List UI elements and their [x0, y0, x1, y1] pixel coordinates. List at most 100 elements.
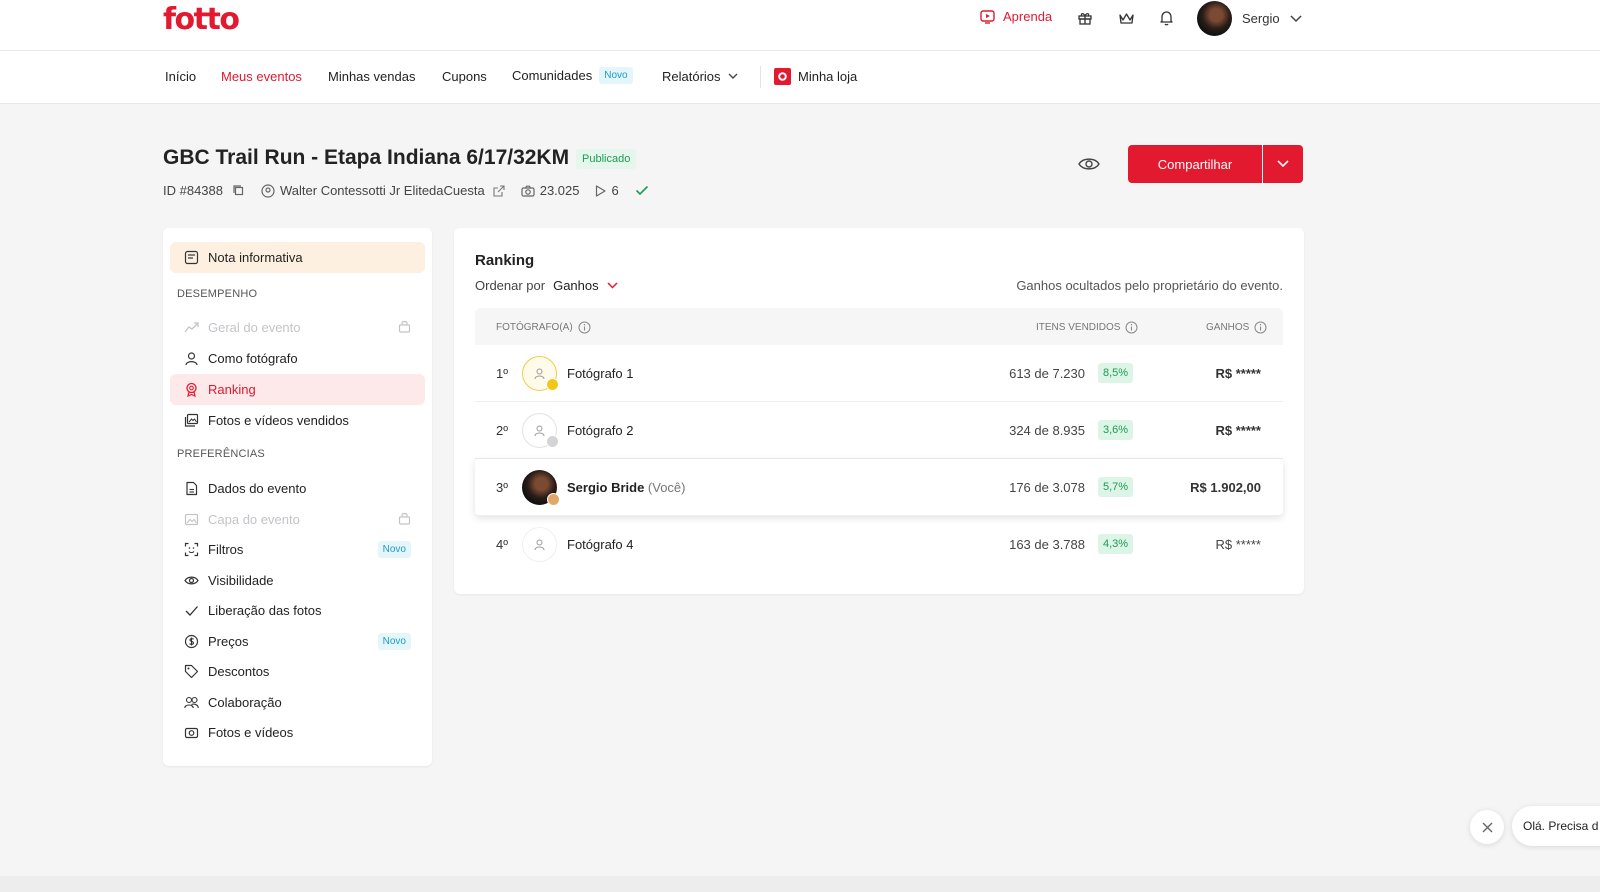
new-badge: Novo	[377, 541, 411, 558]
user-circle-icon	[261, 183, 275, 198]
nav-comunidades[interactable]: Comunidades Novo	[512, 67, 633, 84]
dollar-circle-icon	[184, 634, 199, 649]
user-menu[interactable]: Sergio	[1197, 1, 1302, 36]
users-icon	[184, 696, 199, 709]
rank-number: 2º	[496, 423, 508, 438]
nav-inicio[interactable]: Início	[165, 69, 196, 84]
share-button[interactable]: Compartilhar	[1128, 145, 1262, 183]
sidebar-item-precos[interactable]: Preços Novo	[170, 626, 425, 657]
sidebar-item-liberacao[interactable]: Liberação das fotos	[170, 595, 425, 626]
new-badge: Novo	[599, 67, 633, 84]
chevron-down-icon	[1290, 14, 1302, 22]
sidebar-item-dados[interactable]: Dados do evento	[170, 473, 425, 504]
eye-icon	[184, 576, 199, 585]
chat-close-button[interactable]	[1470, 810, 1504, 844]
event-id: ID #84388	[163, 183, 245, 198]
images-icon	[184, 413, 199, 427]
info-icon[interactable]	[578, 321, 591, 334]
note-icon	[184, 250, 199, 265]
info-icon[interactable]	[1254, 321, 1267, 334]
sidebar-item-ranking[interactable]: Ranking	[170, 374, 425, 405]
camera-icon	[184, 727, 199, 739]
event-videos-count: 6	[595, 183, 619, 198]
sidebar-item-colaboracao[interactable]: Colaboração	[170, 687, 425, 718]
new-badge: Novo	[377, 633, 411, 650]
ranking-panel: Ranking Ordenar por Ganhos Ganhos oculta…	[454, 228, 1304, 594]
fotto-logo[interactable]: fotto	[163, 2, 240, 37]
section-desempenho: DESEMPENHO	[177, 288, 258, 300]
sidebar-item-nota[interactable]: Nota informativa	[170, 242, 425, 273]
col-earnings: GANHOS	[1206, 321, 1267, 334]
sidebar-item-filtros[interactable]: Filtros Novo	[170, 534, 425, 565]
share-dropdown-button[interactable]	[1263, 145, 1303, 183]
rank-number: 3º	[496, 480, 508, 495]
sidebar-item-fotos-videos[interactable]: Fotos e vídeos	[170, 717, 425, 748]
lock-icon	[398, 320, 411, 333]
info-icon[interactable]	[1125, 321, 1138, 334]
ranking-title: Ranking	[475, 252, 535, 269]
user-placeholder-icon	[534, 539, 545, 551]
sidebar-item-descontos[interactable]: Descontos	[170, 656, 425, 687]
nav-minha-loja[interactable]: Minha loja	[774, 68, 857, 85]
table-row[interactable]: 1º Fotógrafo 1 613 de 7.230 8,5% R$ ****…	[475, 345, 1283, 402]
earnings-value: R$ *****	[1215, 537, 1261, 552]
chevron-down-icon	[728, 73, 738, 79]
aprenda-label: Aprenda	[1003, 9, 1053, 24]
nav-meus-eventos[interactable]: Meus eventos	[221, 69, 302, 84]
rank-number: 4º	[496, 537, 508, 552]
bronze-medal-icon	[547, 493, 560, 506]
nav-cupons[interactable]: Cupons	[442, 69, 487, 84]
sidebar-item-fotos-vendidos[interactable]: Fotos e vídeos vendidos	[170, 405, 425, 436]
user-icon	[185, 352, 198, 366]
user-name: Sergio	[1242, 11, 1280, 26]
hidden-earnings-note: Ganhos ocultados pelo proprietário do ev…	[1016, 278, 1283, 293]
user-placeholder-icon	[534, 368, 545, 380]
photographer-name: Sergio Bride (Você)	[567, 480, 686, 495]
order-label: Ordenar por	[475, 278, 546, 293]
col-items-sold: ITENS VENDIDOS	[1036, 321, 1138, 334]
nav-minhas-vendas[interactable]: Minhas vendas	[328, 69, 415, 84]
avatar	[522, 527, 557, 562]
table-row[interactable]: 2º Fotógrafo 2 324 de 8.935 3,6% R$ ****…	[475, 402, 1283, 459]
items-sold: 324 de 8.935	[1009, 423, 1085, 438]
chevron-down-icon	[1277, 160, 1289, 168]
status-badge: Publicado	[576, 149, 637, 169]
gift-icon[interactable]	[1076, 9, 1094, 27]
play-screen-icon	[980, 9, 995, 24]
you-label: (Você)	[647, 480, 686, 495]
top-bar: fotto Aprenda Sergio	[0, 0, 1600, 51]
silver-medal-icon	[546, 435, 559, 448]
earnings-value: R$ *****	[1215, 423, 1261, 438]
table-header: FOTÓGRAFO(A) ITENS VENDIDOS GANHOS	[475, 308, 1283, 345]
event-title: GBC Trail Run - Etapa Indiana 6/17/32KM	[163, 146, 570, 169]
event-organizer[interactable]: Walter Contessotti Jr ElitedaCuesta	[261, 183, 505, 198]
table-row[interactable]: 4º Fotógrafo 4 163 de 3.788 4,3% R$ ****…	[475, 516, 1283, 573]
image-icon	[184, 513, 199, 526]
earnings-value: R$ *****	[1215, 366, 1261, 381]
footer-strip	[0, 876, 1600, 892]
event-sidebar: Nota informativa DESEMPENHO Geral do eve…	[163, 228, 432, 766]
main-nav: Início Meus eventos Minhas vendas Cupons…	[0, 51, 1600, 104]
copy-icon[interactable]	[232, 184, 245, 197]
order-select[interactable]: Ganhos	[553, 278, 618, 293]
sidebar-item-como-fotografo[interactable]: Como fotógrafo	[170, 343, 425, 374]
preview-eye-button[interactable]	[1077, 152, 1101, 176]
crown-icon[interactable]	[1117, 9, 1135, 27]
nav-relatorios[interactable]: Relatórios	[662, 69, 738, 84]
percent-badge: 8,5%	[1098, 363, 1134, 383]
tag-icon	[184, 664, 199, 679]
items-sold: 613 de 7.230	[1009, 366, 1085, 381]
sidebar-item-geral: Geral do evento	[170, 312, 425, 343]
table-row-current-user[interactable]: 3º Sergio Bride (Você) 176 de 3.078 5,7%…	[475, 459, 1283, 516]
bell-icon[interactable]	[1157, 9, 1175, 27]
avatar	[522, 356, 559, 391]
gold-medal-icon	[546, 378, 559, 391]
sidebar-item-visibilidade[interactable]: Visibilidade	[170, 565, 425, 596]
photographer-name: Fotógrafo 2	[567, 423, 634, 438]
nav-divider	[760, 66, 761, 88]
event-meta: ID #84388 Walter Contessotti Jr ElitedaC…	[163, 183, 649, 198]
aprenda-link[interactable]: Aprenda	[980, 9, 1052, 24]
eye-icon	[1078, 158, 1100, 170]
user-placeholder-icon	[534, 425, 545, 437]
chat-bubble[interactable]: Olá. Precisa d	[1512, 806, 1600, 846]
